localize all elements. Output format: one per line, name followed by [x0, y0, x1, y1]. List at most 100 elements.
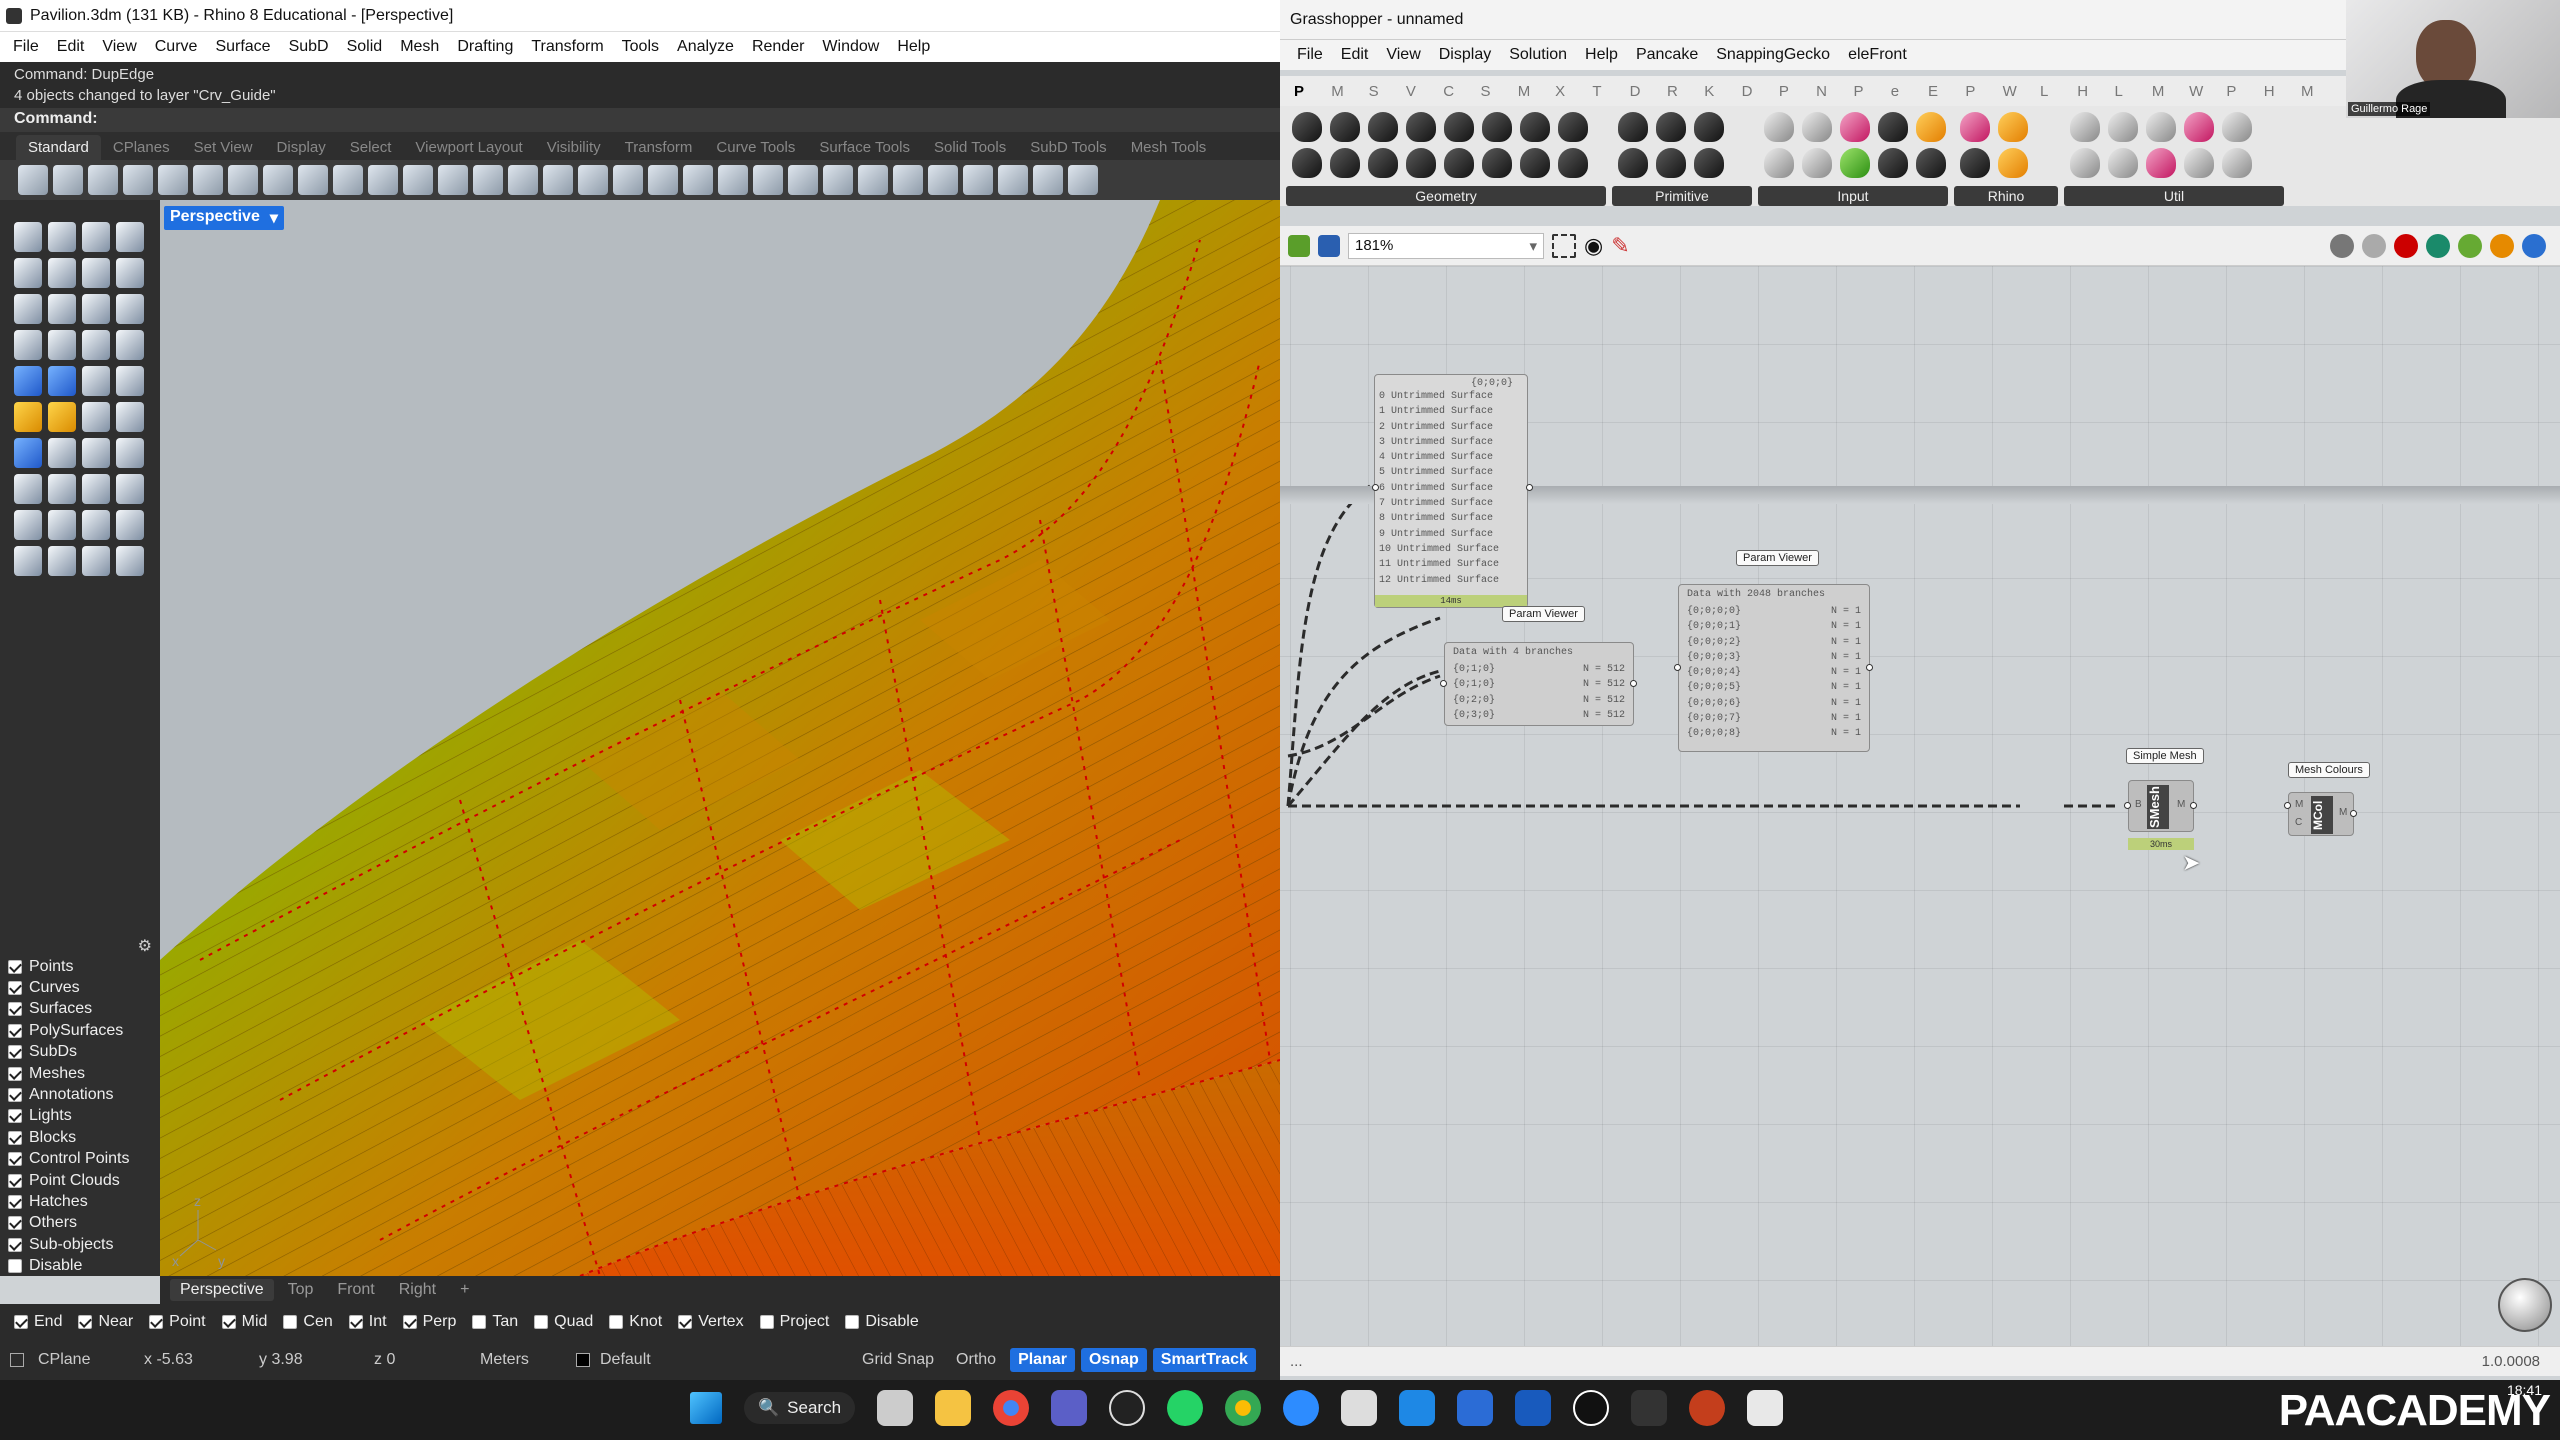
filter-lights[interactable]: Lights: [0, 1106, 160, 1127]
filter-disable[interactable]: Disable: [0, 1255, 160, 1276]
sidebar-tool-icon[interactable]: [116, 294, 144, 324]
gh-component-icon[interactable]: [1444, 148, 1474, 178]
gh-component-icon[interactable]: [1916, 112, 1946, 142]
checkbox[interactable]: [8, 1088, 22, 1103]
checkbox[interactable]: [845, 1315, 860, 1329]
gh-tab[interactable]: H: [2077, 83, 2114, 100]
rhino-menu-help[interactable]: Help: [888, 38, 939, 56]
gh-tab[interactable]: M: [1331, 83, 1368, 100]
gh-tab[interactable]: L: [2115, 83, 2152, 100]
material-icon[interactable]: [928, 165, 958, 195]
zoom-level-dropdown[interactable]: 181%: [1348, 232, 1544, 259]
osnap-tan[interactable]: Tan: [464, 1313, 526, 1331]
print-icon[interactable]: [123, 165, 153, 195]
gh-component-icon[interactable]: [1558, 148, 1588, 178]
selected-preview-icon[interactable]: [2458, 233, 2482, 258]
filter-others[interactable]: Others: [0, 1213, 160, 1234]
gh-component-icon[interactable]: [1656, 112, 1686, 142]
viewport-tab-right[interactable]: Right: [389, 1279, 446, 1301]
pan-icon[interactable]: [333, 165, 363, 195]
checkbox[interactable]: [402, 1315, 417, 1329]
save-icon[interactable]: [1318, 234, 1340, 257]
gh-component-icon[interactable]: [1368, 112, 1398, 142]
gh-tab[interactable]: T: [1592, 83, 1629, 100]
chrome-icon[interactable]: [993, 1390, 1030, 1426]
gh-tab[interactable]: X: [1555, 83, 1592, 100]
gh-component-icon[interactable]: [2070, 112, 2100, 142]
gh-component-icon[interactable]: [2108, 112, 2138, 142]
gh-component-icon[interactable]: [1520, 112, 1550, 142]
gh-component-icon[interactable]: [1802, 112, 1832, 142]
gh-tab[interactable]: H: [2264, 83, 2301, 100]
rhino-menu-window[interactable]: Window: [813, 38, 888, 56]
gh-tab[interactable]: R: [1667, 83, 1704, 100]
gh-component-icon[interactable]: [1694, 112, 1724, 142]
checkbox[interactable]: [8, 1259, 22, 1274]
sidebar-tool-icon[interactable]: [48, 330, 76, 360]
render-icon[interactable]: [718, 165, 748, 195]
import-icon[interactable]: [158, 165, 188, 195]
gh-tab[interactable]: e: [1891, 83, 1928, 100]
toolbar-tab-curve-tools[interactable]: Curve Tools: [704, 135, 807, 160]
checkbox[interactable]: [8, 1237, 22, 1252]
select-icon[interactable]: [613, 165, 643, 195]
rhino-menu-surface[interactable]: Surface: [206, 38, 279, 56]
rhino-menu-curve[interactable]: Curve: [146, 38, 207, 56]
toolbar-tab-display[interactable]: Display: [265, 135, 338, 160]
save-icon[interactable]: [88, 165, 118, 195]
viewport-tab-top[interactable]: Top: [278, 1279, 324, 1301]
sidebar-tool-icon[interactable]: [116, 330, 144, 360]
gh-tab[interactable]: P: [1779, 83, 1816, 100]
gh-component-icon[interactable]: [2108, 148, 2138, 178]
gh-component-icon[interactable]: [2146, 112, 2176, 142]
gh-tab[interactable]: W: [2003, 83, 2040, 100]
gh-menu-solution[interactable]: Solution: [1500, 46, 1576, 64]
chrome-profile-icon[interactable]: [1225, 1390, 1262, 1426]
toolbar-tab-solid-tools[interactable]: Solid Tools: [922, 135, 1018, 160]
filter-sub-objects[interactable]: Sub-objects: [0, 1234, 160, 1255]
gh-tab[interactable]: P: [1294, 83, 1331, 100]
gh-component-icon[interactable]: [1482, 112, 1512, 142]
toolbar-tab-mesh-tools[interactable]: Mesh Tools: [1119, 135, 1219, 160]
sidebar-tool-icon[interactable]: [48, 366, 76, 396]
sidebar-tool-icon[interactable]: [82, 330, 110, 360]
checkbox[interactable]: [534, 1315, 549, 1329]
rhino-menu-render[interactable]: Render: [743, 38, 813, 56]
shaded-preview-icon[interactable]: [2394, 233, 2418, 258]
help-icon[interactable]: [1068, 165, 1098, 195]
viewport-tab-add[interactable]: +: [450, 1279, 479, 1301]
checkbox[interactable]: [8, 1173, 22, 1188]
mcol-output-port[interactable]: [2350, 810, 2357, 817]
gh-component-icon[interactable]: [1330, 112, 1360, 142]
file-explorer-icon[interactable]: [935, 1390, 972, 1426]
filter-control-points[interactable]: Control Points: [0, 1149, 160, 1170]
sidebar-tool-icon[interactable]: [48, 222, 76, 252]
sidebar-tool-icon[interactable]: [82, 222, 110, 252]
param-viewer-node-4[interactable]: Data with 4 branches {0;1;0} N = 512 {0;1;…: [1444, 642, 1634, 726]
osnap-end[interactable]: End: [6, 1313, 70, 1331]
sketch-icon[interactable]: ✎: [1611, 233, 1629, 259]
gh-component-icon[interactable]: [1292, 112, 1322, 142]
sidebar-tool-icon[interactable]: [116, 510, 144, 540]
param-viewer-node-2048[interactable]: Data with 2048 branches {0;0;0;0} N = 1 {0…: [1678, 584, 1870, 752]
gh-menu-help[interactable]: Help: [1576, 46, 1627, 64]
sidebar-tool-icon[interactable]: [116, 546, 144, 576]
preview-eye-icon[interactable]: ◉: [1584, 233, 1603, 259]
teams-icon[interactable]: [1051, 1390, 1088, 1426]
rhino-menu-transform[interactable]: Transform: [522, 38, 612, 56]
osnap-disable[interactable]: Disable: [837, 1313, 926, 1331]
checkbox[interactable]: [8, 1023, 22, 1038]
points-icon[interactable]: [753, 165, 783, 195]
gh-group-label[interactable]: Primitive: [1612, 186, 1752, 206]
gh-tab[interactable]: K: [1704, 83, 1741, 100]
checkbox[interactable]: [283, 1315, 298, 1329]
checkbox[interactable]: [8, 1194, 22, 1209]
toolbar-tab-visibility[interactable]: Visibility: [535, 135, 613, 160]
checkbox[interactable]: [8, 1216, 22, 1231]
osnap-perp[interactable]: Perp: [395, 1313, 465, 1331]
filter-blocks[interactable]: Blocks: [0, 1127, 160, 1148]
sidebar-tool-icon[interactable]: [116, 474, 144, 504]
sidebar-tool-icon[interactable]: [14, 510, 42, 540]
filter-polysurfaces[interactable]: PolySurfaces: [0, 1020, 160, 1041]
gh-component-icon[interactable]: [1292, 148, 1322, 178]
